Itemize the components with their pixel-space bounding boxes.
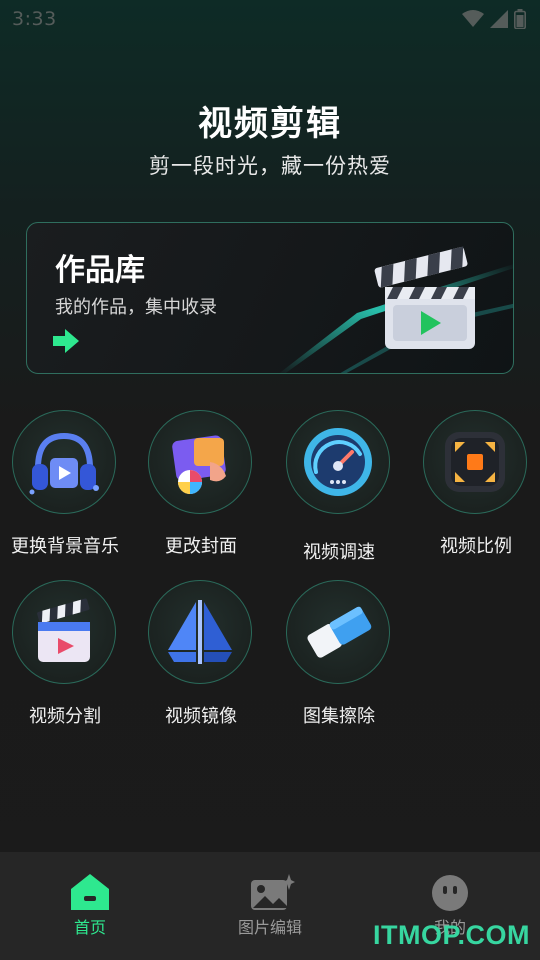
tool-label: 图集擦除 xyxy=(303,706,375,727)
battery-icon xyxy=(514,9,526,29)
clapper-split-icon xyxy=(37,598,90,662)
tool-label: 更改封面 xyxy=(165,536,237,557)
watermark: ITMOP.COM xyxy=(372,920,530,950)
wifi-icon xyxy=(462,10,484,27)
headphones-icon xyxy=(29,432,99,495)
clapperboard-icon xyxy=(374,246,475,349)
arrow-right-icon xyxy=(53,329,79,353)
tool-video-ratio[interactable]: 视频比例 xyxy=(411,410,540,570)
tool-circle xyxy=(286,580,390,684)
nav-label: 图片编辑 xyxy=(237,918,302,937)
tool-circle xyxy=(286,410,390,514)
tool-label: 更换背景音乐 xyxy=(11,536,119,557)
works-title: 作品库 xyxy=(55,253,145,288)
page-title: 视频剪辑 xyxy=(198,104,342,144)
tool-label: 视频比例 xyxy=(440,536,512,557)
works-library-card[interactable]: 作品库 我的作品，集中收录 xyxy=(26,222,514,374)
speedometer-icon xyxy=(304,428,372,496)
tool-label: 视频调速 xyxy=(303,542,375,563)
tool-video-speed[interactable]: 视频调速 xyxy=(274,410,404,570)
nav-item-image-edit[interactable]: 图片编辑 xyxy=(180,852,360,960)
tool-change-cover[interactable]: 更改封面 xyxy=(136,410,266,570)
status-bar: 3:33 xyxy=(0,0,540,38)
signal-icon xyxy=(490,10,508,28)
tool-circle xyxy=(148,410,252,514)
status-time: 3:33 xyxy=(12,8,57,30)
tool-circle xyxy=(12,410,116,514)
home-icon xyxy=(71,874,109,910)
tool-circle xyxy=(12,580,116,684)
works-subtitle: 我的作品，集中收录 xyxy=(55,297,217,318)
profile-icon xyxy=(432,875,468,911)
aspect-ratio-icon xyxy=(445,432,505,492)
tool-label: 视频分割 xyxy=(29,706,101,727)
nav-label: 首页 xyxy=(73,918,106,937)
tool-video-split[interactable]: 视频分割 xyxy=(0,580,130,740)
nav-item-home[interactable]: 首页 xyxy=(0,852,180,960)
mirror-icon xyxy=(168,600,232,664)
tool-label: 视频镜像 xyxy=(165,706,237,727)
status-icons xyxy=(462,9,526,29)
tool-change-bgm[interactable]: 更换背景音乐 xyxy=(0,410,130,570)
cover-edit-icon xyxy=(172,435,226,494)
tool-circle xyxy=(423,410,527,514)
tool-circle xyxy=(148,580,252,684)
tool-image-erase[interactable]: 图集擦除 xyxy=(274,580,404,740)
image-edit-icon xyxy=(251,874,295,910)
eraser-icon xyxy=(307,606,372,658)
tool-video-mirror[interactable]: 视频镜像 xyxy=(136,580,266,740)
page-subtitle: 剪一段时光，藏一份热爱 xyxy=(149,154,391,178)
